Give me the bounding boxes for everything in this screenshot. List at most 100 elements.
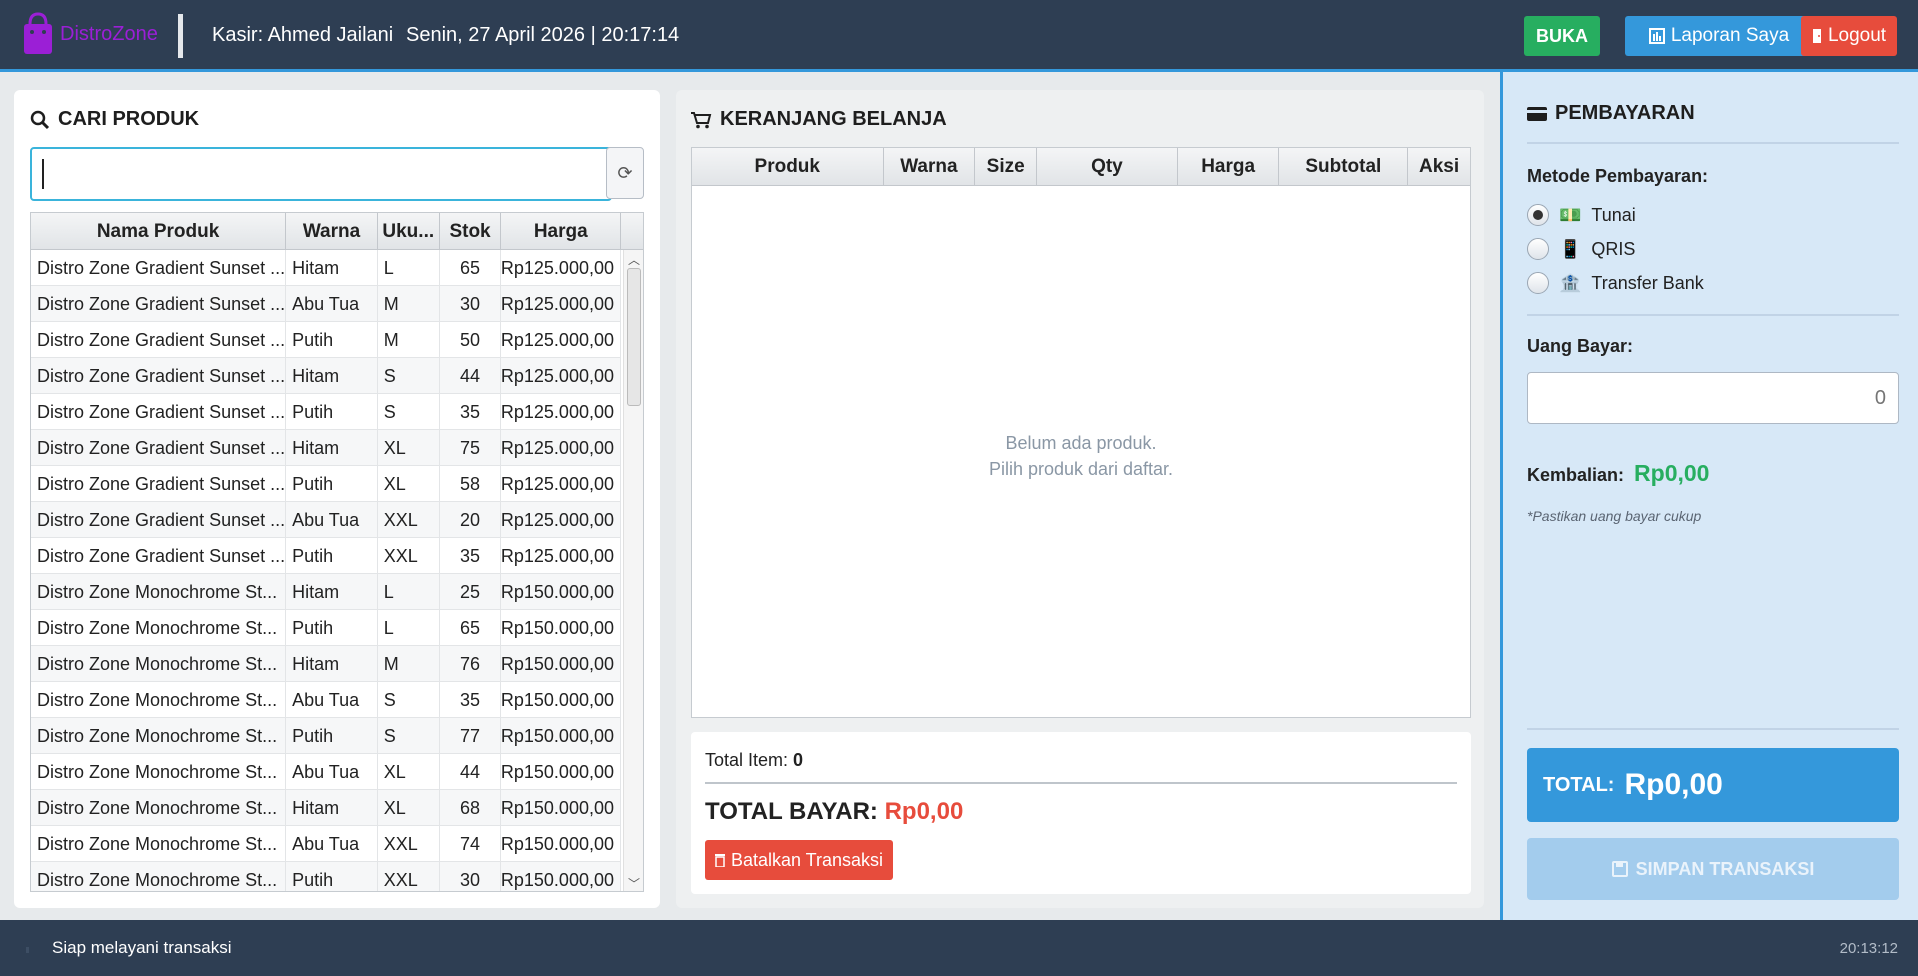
product-table-scrollbar[interactable]: ︿ ﹀ (623, 250, 643, 891)
cart-icon (691, 111, 712, 128)
cart-column-size[interactable]: Size (975, 148, 1038, 185)
current-datetime: Senin, 27 April 2026 | 20:17:14 (406, 24, 680, 46)
table-row[interactable]: Distro Zone Gradient Sunset ... Hitam XL 75… (31, 430, 621, 466)
product-price-cell: Rp150.000,00 (501, 682, 621, 718)
method-option-qris[interactable]: 📱 QRIS (1527, 238, 1635, 260)
product-color-cell: Hitam (286, 574, 378, 610)
table-row[interactable]: Distro Zone Monochrome St... Putih XXL 30 Rp… (31, 862, 621, 891)
payment-note: *Pastikan uang bayar cukup (1527, 508, 1702, 524)
trash-icon (714, 854, 725, 867)
table-row[interactable]: Distro Zone Monochrome St... Abu Tua S 35 Rp… (31, 682, 621, 718)
table-row[interactable]: Distro Zone Gradient Sunset ... Putih XXL 3… (31, 538, 621, 574)
laporan-label: Laporan Saya (1670, 25, 1790, 46)
cashier-name: Kasir: Ahmed Jailani (212, 24, 394, 46)
product-name-cell: Distro Zone Monochrome St... (31, 574, 287, 610)
cart-column-subtotal[interactable]: Subtotal (1279, 148, 1409, 185)
app-header: DistroZone Kasir: Ahmed Jailani Senin, 2… (0, 0, 1918, 72)
table-row[interactable]: Distro Zone Gradient Sunset ... Putih M 50 R… (31, 322, 621, 358)
product-color-cell: Hitam (286, 250, 378, 286)
cart-column-harga[interactable]: Harga (1178, 148, 1280, 185)
payment-panel: PEMBAYARAN Metode Pembayaran: 💵 Tunai 📱 … (1500, 72, 1918, 920)
product-table-body: Distro Zone Gradient Sunset ... Hitam L 65 R… (31, 250, 621, 891)
buka-button[interactable]: BUKA (1524, 16, 1600, 56)
method-option-transfer[interactable]: 🏦 Transfer Bank (1527, 272, 1704, 294)
product-size-cell: L (378, 574, 440, 610)
product-price-cell: Rp125.000,00 (501, 322, 621, 358)
product-name-cell: Distro Zone Gradient Sunset ... (31, 250, 287, 286)
column-header-harga[interactable]: Harga (501, 213, 622, 250)
header-divider (178, 14, 183, 58)
product-stock-cell: 30 (440, 862, 502, 891)
table-row[interactable]: Distro Zone Gradient Sunset ... Putih S 35 R… (31, 394, 621, 430)
product-price-cell: Rp150.000,00 (501, 574, 621, 610)
refresh-icon: ⟳ (617, 162, 633, 183)
product-price-cell: Rp150.000,00 (501, 610, 621, 646)
save-transaction-label: SIMPAN TRANSAKSI (1635, 858, 1815, 879)
table-row[interactable]: Distro Zone Gradient Sunset ... Abu Tua XX… (31, 502, 621, 538)
product-price-cell: Rp150.000,00 (501, 646, 621, 682)
column-header-ukuran[interactable]: Uku... (378, 213, 440, 250)
product-panel: CARI PRODUK ⟳ Nama Produk Warna Uku... S… (14, 90, 660, 908)
table-row[interactable]: Distro Zone Monochrome St... Abu Tua XL 44 R… (31, 754, 621, 790)
product-price-cell: Rp150.000,00 (501, 790, 621, 826)
product-stock-cell: 25 (440, 574, 502, 610)
table-row[interactable]: Distro Zone Gradient Sunset ... Abu Tua M 3… (31, 286, 621, 322)
product-name-cell: Distro Zone Gradient Sunset ... (31, 502, 287, 538)
cart-column-warna[interactable]: Warna (884, 148, 976, 185)
table-row[interactable]: Distro Zone Gradient Sunset ... Putih XL 58… (31, 466, 621, 502)
shopping-bag-icon (24, 12, 52, 54)
search-icon (30, 110, 50, 129)
cart-column-qty[interactable]: Qty (1037, 148, 1178, 185)
product-color-cell: Hitam (286, 358, 378, 394)
summary-divider (705, 782, 1457, 784)
cart-column-aksi[interactable]: Aksi (1408, 148, 1470, 185)
total-box: TOTAL: Rp0,00 (1527, 748, 1899, 822)
table-row[interactable]: Distro Zone Gradient Sunset ... Hitam S 44 R… (31, 358, 621, 394)
table-row[interactable]: Distro Zone Monochrome St... Hitam XL 68 Rp1… (31, 790, 621, 826)
product-price-cell: Rp150.000,00 (501, 718, 621, 754)
cash-icon: 💵 (1559, 204, 1582, 225)
logout-button[interactable]: Logout (1801, 16, 1897, 56)
product-color-cell: Putih (286, 394, 378, 430)
table-row[interactable]: Distro Zone Monochrome St... Putih L 65 Rp15… (31, 610, 621, 646)
cancel-transaction-button[interactable]: Batalkan Transaksi (705, 840, 893, 880)
product-color-cell: Abu Tua (286, 754, 378, 790)
payment-panel-title-text: PEMBAYARAN (1555, 102, 1695, 124)
table-row[interactable]: Distro Zone Monochrome St... Abu Tua XXL 74… (31, 826, 621, 862)
table-row[interactable]: Distro Zone Monochrome St... Putih S 77 Rp15… (31, 718, 621, 754)
product-stock-cell: 76 (440, 646, 502, 682)
product-size-cell: XL (378, 754, 440, 790)
cart-empty-line2: Pilih produk dari daftar. (988, 459, 1174, 479)
product-color-cell: Abu Tua (286, 682, 378, 718)
product-price-cell: Rp150.000,00 (501, 862, 621, 891)
table-row[interactable]: Distro Zone Gradient Sunset ... Hitam L 65 R… (31, 250, 621, 286)
column-header-nama[interactable]: Nama Produk (31, 213, 287, 250)
column-header-stok[interactable]: Stok (440, 213, 502, 250)
chevron-up-icon[interactable]: ︿ (624, 250, 643, 268)
product-color-cell: Putih (286, 538, 378, 574)
radio-qris[interactable] (1527, 238, 1549, 260)
product-stock-cell: 68 (440, 790, 502, 826)
save-transaction-button[interactable]: SIMPAN TRANSAKSI (1527, 838, 1899, 900)
radio-transfer[interactable] (1527, 272, 1549, 294)
product-price-cell: Rp125.000,00 (501, 358, 621, 394)
table-row[interactable]: Distro Zone Monochrome St... Hitam L 25 Rp15… (31, 574, 621, 610)
column-header-warna[interactable]: Warna (286, 213, 378, 250)
product-size-cell: XXL (378, 538, 440, 574)
uang-bayar-input[interactable] (1527, 372, 1899, 424)
product-search-input[interactable] (32, 149, 610, 199)
radio-tunai[interactable] (1527, 204, 1549, 226)
refresh-button[interactable]: ⟳ (606, 147, 644, 199)
method-option-tunai[interactable]: 💵 Tunai (1527, 204, 1636, 226)
scroll-thumb[interactable] (627, 268, 641, 406)
laporan-button[interactable]: Laporan Saya (1625, 16, 1813, 56)
cart-column-produk[interactable]: Produk (692, 148, 884, 185)
product-price-cell: Rp150.000,00 (501, 826, 621, 862)
product-stock-cell: 75 (440, 430, 502, 466)
table-row[interactable]: Distro Zone Monochrome St... Hitam M 76 Rp15… (31, 646, 621, 682)
product-search-field[interactable] (30, 147, 612, 201)
product-stock-cell: 44 (440, 754, 502, 790)
chevron-down-icon[interactable]: ﹀ (624, 874, 643, 891)
product-price-cell: Rp125.000,00 (501, 394, 621, 430)
product-color-cell: Putih (286, 718, 378, 754)
